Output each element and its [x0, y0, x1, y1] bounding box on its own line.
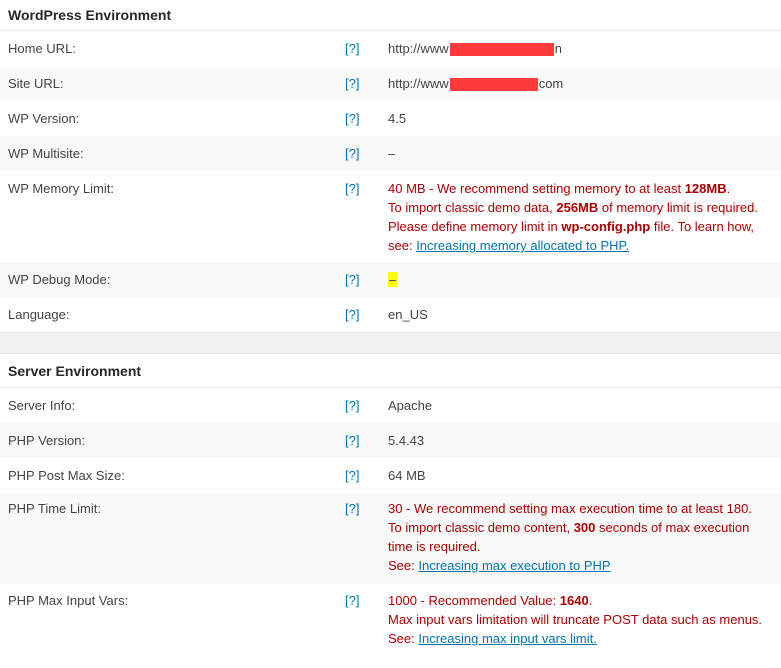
value-php-max-input-vars: 1000 - Recommended Value: 1640. Max inpu…	[388, 593, 763, 646]
value-site-url: http://www com	[388, 75, 564, 92]
label-wp-debug-mode: WP Debug Mode:	[8, 272, 111, 287]
help-icon[interactable]: [?]	[345, 41, 359, 56]
value-wp-version: 4.5	[388, 111, 407, 126]
value-php-time-limit: 30 - We recommend setting max execution …	[388, 501, 752, 573]
help-icon[interactable]: [?]	[345, 307, 359, 322]
help-icon[interactable]: [?]	[345, 181, 359, 196]
help-icon[interactable]: [?]	[345, 76, 359, 91]
label-home-url: Home URL:	[8, 41, 76, 56]
row-php-time-limit: PHP Time Limit: [?] 30 - We recommend se…	[0, 493, 781, 584]
label-wp-version: WP Version:	[8, 111, 80, 126]
server-environment-section: Server Environment Server Info: [?] Apac…	[0, 354, 781, 656]
row-php-post-max-size: PHP Post Max Size: [?] 64 MB	[0, 458, 781, 493]
link-increasing-max-input-vars[interactable]: Increasing max input vars limit.	[418, 631, 596, 646]
help-icon[interactable]: [?]	[345, 468, 359, 483]
value-server-info: Apache	[388, 398, 433, 413]
label-php-post-max-size: PHP Post Max Size:	[8, 468, 125, 483]
value-wp-multisite: –	[388, 146, 396, 161]
help-icon[interactable]: [?]	[345, 146, 359, 161]
label-wp-memory-limit: WP Memory Limit:	[8, 181, 114, 196]
value-wp-debug-mode: –	[379, 272, 781, 287]
wordpress-environment-section: WordPress Environment Home URL: [?] http…	[0, 0, 781, 332]
row-php-version: PHP Version: [?] 5.4.43	[0, 423, 781, 458]
link-increasing-memory[interactable]: Increasing memory allocated to PHP.	[416, 238, 629, 253]
label-wp-multisite: WP Multisite:	[8, 146, 84, 161]
row-wp-version: WP Version: [?] 4.5	[0, 101, 781, 136]
value-php-post-max-size: 64 MB	[388, 468, 426, 483]
link-increasing-max-execution[interactable]: Increasing max execution to PHP	[418, 558, 610, 573]
row-server-info: Server Info: [?] Apache	[0, 388, 781, 423]
row-language: Language: [?] en_US	[0, 297, 781, 332]
section-title-wordpress-environment: WordPress Environment	[0, 0, 781, 31]
help-icon[interactable]: [?]	[345, 501, 359, 516]
value-wp-memory-limit: 40 MB - We recommend setting memory to a…	[388, 181, 758, 253]
row-wp-memory-limit: WP Memory Limit: [?] 40 MB - We recommen…	[0, 171, 781, 262]
section-title-server-environment: Server Environment	[0, 354, 781, 388]
label-server-info: Server Info:	[8, 398, 76, 413]
help-icon[interactable]: [?]	[345, 272, 359, 287]
label-site-url: Site URL:	[8, 76, 64, 91]
help-icon[interactable]: [?]	[345, 593, 359, 608]
value-php-version: 5.4.43	[388, 433, 425, 448]
section-divider	[0, 332, 781, 354]
label-php-max-input-vars: PHP Max Input Vars:	[8, 593, 129, 608]
help-icon[interactable]: [?]	[345, 433, 359, 448]
value-language: en_US	[388, 307, 428, 322]
row-php-max-input-vars: PHP Max Input Vars: [?] 1000 - Recommend…	[0, 584, 781, 656]
redacted-block	[449, 78, 538, 92]
row-wp-debug-mode: WP Debug Mode: [?] –	[0, 262, 781, 297]
debug-highlight: –	[388, 272, 398, 287]
row-wp-multisite: WP Multisite: [?] –	[0, 136, 781, 171]
row-home-url: Home URL: [?] http://www n	[0, 31, 781, 66]
help-icon[interactable]: [?]	[345, 398, 359, 413]
label-php-version: PHP Version:	[8, 433, 86, 448]
row-site-url: Site URL: [?] http://www com	[0, 66, 781, 101]
label-language: Language:	[8, 307, 70, 322]
value-home-url: http://www n	[388, 40, 562, 57]
help-icon[interactable]: [?]	[345, 111, 359, 126]
label-php-time-limit: PHP Time Limit:	[8, 501, 101, 516]
redacted-block	[449, 43, 554, 57]
